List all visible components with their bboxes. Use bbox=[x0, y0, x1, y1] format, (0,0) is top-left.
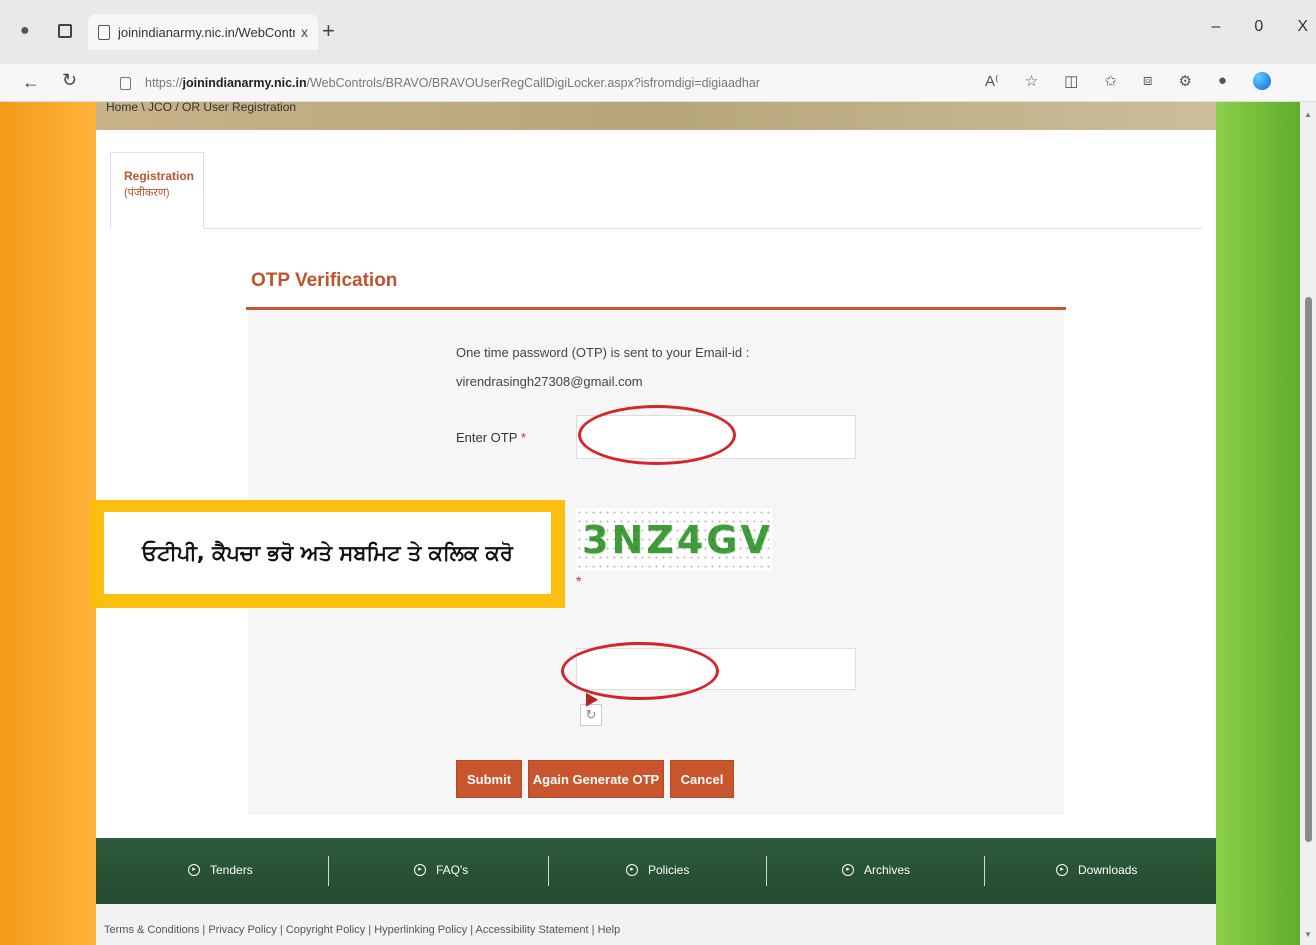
otp-email-text: virendrasingh27308@gmail.com bbox=[456, 374, 643, 389]
captcha-required-mark: * bbox=[576, 573, 582, 589]
captcha-refresh-icon[interactable]: ↻ bbox=[580, 704, 602, 726]
captcha-image: 3NZ4GV bbox=[576, 508, 772, 570]
footer-separator bbox=[548, 856, 549, 886]
footer-link-policies[interactable]: ▸ Policies bbox=[626, 863, 689, 877]
cancel-button[interactable]: Cancel bbox=[670, 760, 734, 798]
footer-separator bbox=[984, 856, 985, 886]
section-rule bbox=[246, 307, 1066, 310]
minimize-button[interactable]: – bbox=[1212, 18, 1221, 36]
tab-row: ● joinindianarmy.nic.in/WebContr x + – 0… bbox=[0, 0, 1316, 64]
play-circle-icon: ▸ bbox=[1056, 864, 1068, 876]
scroll-up-icon[interactable]: ▲ bbox=[1304, 110, 1312, 119]
footer-link-tenders[interactable]: ▸ Tenders bbox=[188, 863, 253, 877]
address-bar: ← ↻ https://joinindianarmy.nic.in/WebCon… bbox=[0, 64, 1316, 102]
instruction-callout: ਓਟੀਪੀ, ਕੈਪਚਾ ਭਰੋ ਅਤੇ ਸਬਮਿਟ ਤੇ ਕਲਿਕ ਕਰੋ bbox=[90, 500, 565, 608]
browser-toolbar: A⁽ ☆ ◫ ✩ ⧈ ⚙ ● bbox=[985, 72, 1271, 90]
footer-policy-links[interactable]: Terms & Conditions | Privacy Policy | Co… bbox=[96, 904, 1216, 945]
footer-separator bbox=[766, 856, 767, 886]
read-aloud-icon[interactable]: A⁽ bbox=[985, 72, 999, 90]
favorite-star-icon[interactable]: ☆ bbox=[1025, 72, 1038, 90]
url-text: https://joinindianarmy.nic.in/WebControl… bbox=[145, 76, 760, 90]
browser-tab[interactable]: joinindianarmy.nic.in/WebContr x bbox=[88, 14, 318, 50]
reload-icon[interactable]: ↻ bbox=[62, 70, 77, 91]
split-screen-icon[interactable]: ◫ bbox=[1064, 72, 1078, 90]
regenerate-otp-button[interactable]: Again Generate OTP bbox=[528, 760, 664, 798]
collections-icon[interactable]: ⧈ bbox=[1143, 72, 1153, 90]
footer-link-faqs[interactable]: ▸ FAQ's bbox=[414, 863, 468, 877]
tab-registration-label: Registration bbox=[124, 169, 195, 183]
captcha-noise bbox=[576, 508, 772, 570]
right-banner bbox=[1216, 102, 1300, 945]
profile-icon[interactable]: ● bbox=[20, 22, 38, 42]
copilot-icon[interactable] bbox=[1252, 72, 1271, 90]
back-arrow-icon[interactable]: ← bbox=[22, 72, 40, 93]
submit-button[interactable]: Submit bbox=[456, 760, 522, 798]
otp-info-text: One time password (OTP) is sent to your … bbox=[456, 345, 750, 360]
new-tab-button[interactable]: + bbox=[322, 18, 335, 44]
play-circle-icon: ▸ bbox=[414, 864, 426, 876]
play-circle-icon: ▸ bbox=[188, 864, 200, 876]
main-content: Registration (पंजीकरण) OTP Verification … bbox=[96, 130, 1216, 838]
play-circle-icon: ▸ bbox=[626, 864, 638, 876]
notification-icon[interactable]: ● bbox=[1218, 72, 1227, 90]
otp-label: Enter OTP * bbox=[456, 430, 526, 445]
instruction-text: ਓਟੀਪੀ, ਕੈਪਚਾ ਭਰੋ ਅਤੇ ਸਬਮਿਟ ਤੇ ਕਲਿਕ ਕਰੋ bbox=[142, 541, 513, 565]
close-window-button[interactable]: X bbox=[1297, 18, 1308, 36]
footer-nav: ▸ Tenders ▸ FAQ's ▸ Policies ▸ Archives ▸ Dow… bbox=[96, 838, 1216, 904]
extensions-icon[interactable]: ⚙ bbox=[1178, 72, 1191, 90]
tab-title: joinindianarmy.nic.in/WebContr bbox=[118, 24, 295, 40]
workspaces-icon[interactable] bbox=[58, 24, 72, 38]
window-controls: – 0 X bbox=[1212, 18, 1308, 36]
maximize-button[interactable]: 0 bbox=[1254, 18, 1263, 36]
footer-link-archives[interactable]: ▸ Archives bbox=[842, 863, 910, 877]
footer-separator bbox=[328, 856, 329, 886]
tab-registration-sublabel: (पंजीकरण) bbox=[124, 187, 170, 199]
tab-registration[interactable]: Registration (पंजीकरण) bbox=[110, 152, 204, 228]
tab-close-icon[interactable]: x bbox=[301, 24, 308, 40]
play-circle-icon: ▸ bbox=[842, 864, 854, 876]
page-scrollbar[interactable]: ▲ ▼ bbox=[1300, 102, 1316, 945]
captcha-highlight-ring bbox=[561, 642, 719, 700]
tab-divider bbox=[204, 228, 1202, 229]
url-field[interactable]: https://joinindianarmy.nic.in/WebControl… bbox=[110, 69, 970, 97]
lock-icon[interactable] bbox=[120, 76, 131, 90]
otp-highlight-ring bbox=[578, 405, 736, 465]
scroll-down-icon[interactable]: ▼ bbox=[1304, 930, 1312, 939]
scroll-thumb[interactable] bbox=[1305, 297, 1312, 842]
footer-link-downloads[interactable]: ▸ Downloads bbox=[1056, 863, 1137, 877]
page-icon bbox=[98, 24, 110, 40]
section-title: OTP Verification bbox=[251, 270, 398, 291]
breadcrumb: Home \ JCO / OR User Registration bbox=[106, 102, 297, 114]
favorites-icon[interactable]: ✩ bbox=[1104, 72, 1117, 90]
left-banner bbox=[0, 102, 96, 945]
